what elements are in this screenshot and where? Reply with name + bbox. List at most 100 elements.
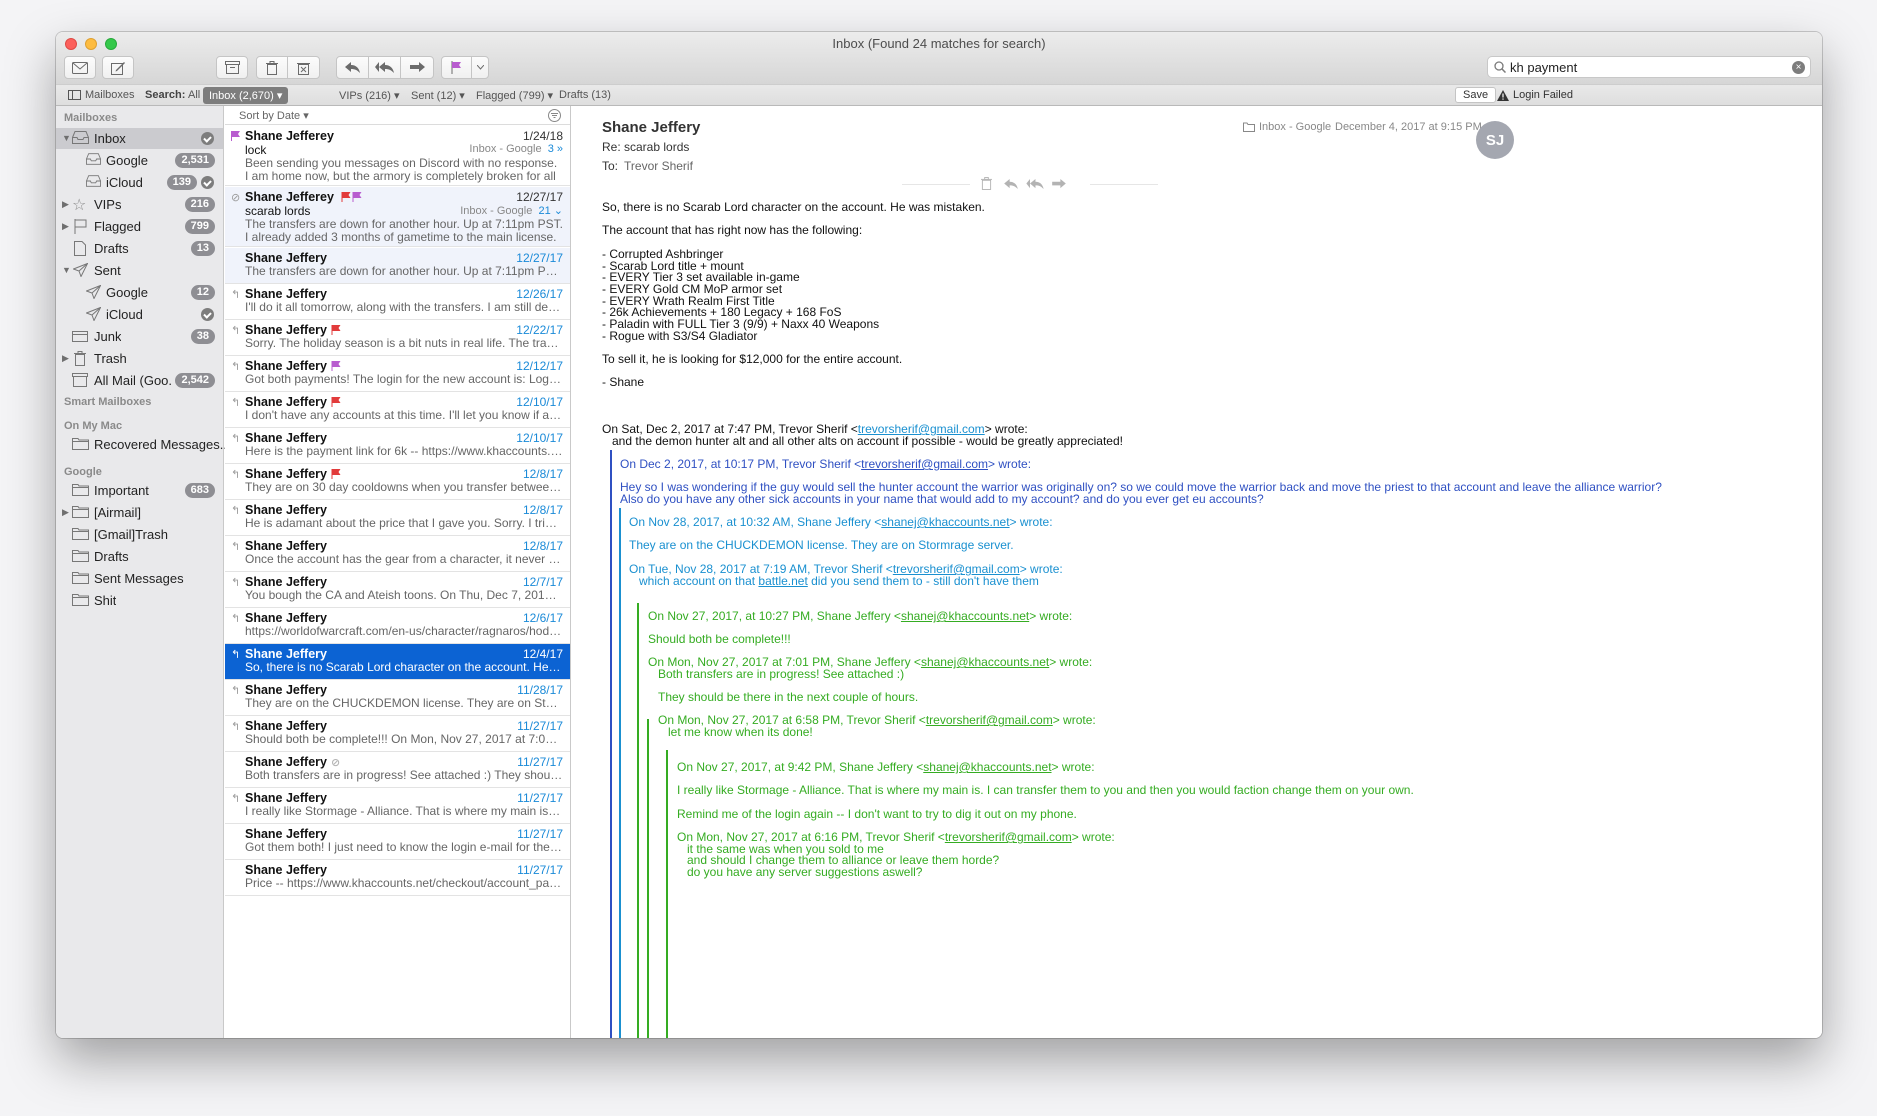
list-item[interactable]: Shane Jeffery ⊘ 11/27/17 Both transfers a… [225, 752, 570, 788]
login-failed-status[interactable]: Login Failed [1497, 89, 1573, 101]
email-link[interactable]: trevorsherif@gmail.com [945, 830, 1072, 844]
header-from[interactable]: Shane Jeffery [602, 119, 700, 136]
list-item[interactable]: ↰ Shane Jeffery 12/7/17 You bough the CA… [225, 572, 570, 608]
sidebar-item-sent-google[interactable]: Google 12 [56, 282, 223, 303]
archive-button[interactable] [216, 56, 248, 79]
list-item[interactable]: ↰ Shane Jeffery 11/27/17 I really like S… [225, 788, 570, 824]
message-list: Sort by Date ▾ Shane Jefferey 1/24/18 lo… [225, 106, 571, 1038]
junk-icon [72, 331, 88, 342]
disclosure-closed-icon[interactable]: ▶ [62, 507, 69, 518]
disclosure-open-icon[interactable]: ▼ [62, 133, 71, 143]
sidebar-item-flagged[interactable]: ▶ Flagged 799 [56, 216, 223, 237]
list-item[interactable]: ↰ Shane Jeffery 12/10/17 Here is the pay… [225, 428, 570, 464]
status-check-icon [201, 132, 214, 145]
list-item[interactable]: ↰ Shane Jeffery 12/12/17 Got both paymen… [225, 356, 570, 392]
sidebar-item-drafts[interactable]: Drafts 13 [56, 238, 223, 259]
sidebar-item-sent[interactable]: ▼ Sent [56, 260, 223, 281]
sidebar-item-important[interactable]: Important 683 [56, 480, 223, 501]
sidebar-item-shit[interactable]: Shit [56, 590, 223, 611]
email-link[interactable]: shanej@khaccounts.net [923, 760, 1051, 774]
sidebar-item-junk[interactable]: Junk 38 [56, 326, 223, 347]
sidebar-item-sent-icloud[interactable]: iCloud [56, 304, 223, 325]
sidebar-item-recovered[interactable]: Recovered Messages... [56, 434, 231, 455]
list-item[interactable]: ↰ Shane Jeffery 12/26/17 I'll do it all … [225, 284, 570, 320]
replied-icon: ↰ [231, 433, 241, 445]
email-link[interactable]: shanej@khaccounts.net [921, 655, 1049, 669]
search-input[interactable]: kh payment [1510, 60, 1577, 75]
list-item[interactable]: ↰ Shane Jeffery 12/10/17 I don't have an… [225, 392, 570, 428]
list-item[interactable]: ↰ Shane Jeffery 12/22/17 Sorry. The holi… [225, 320, 570, 356]
save-search-button[interactable]: Save [1455, 87, 1497, 103]
list-item[interactable]: ⊘ Shane Jefferey 12/27/17 scarab lords I… [225, 187, 570, 247]
sidebar-item-google-drafts[interactable]: Drafts [56, 546, 223, 567]
reply-all-icon[interactable] [1026, 179, 1044, 189]
sidebar-item-airmail[interactable]: ▶ [Airmail] [56, 502, 223, 523]
junk-button[interactable] [288, 57, 319, 78]
search-scope-sent[interactable]: Sent (12) ▾ [411, 89, 465, 102]
battle-net-link[interactable]: battle.net [758, 574, 807, 588]
list-item-selected[interactable]: ↰ Shane Jeffery 12/4/17 So, there is no … [225, 644, 570, 680]
folder-icon [72, 572, 89, 584]
clear-search-icon[interactable]: × [1792, 61, 1805, 74]
message-sender: Shane Jefferey [245, 129, 334, 143]
reply-all-button[interactable] [369, 57, 401, 78]
forward-button[interactable] [401, 57, 433, 78]
folder-icon [72, 594, 89, 606]
disclosure-closed-icon[interactable]: ▶ [62, 221, 69, 232]
list-item[interactable]: Shane Jefferey 1/24/18 lock Inbox - Goog… [225, 126, 570, 186]
replied-icon: ↰ [231, 721, 241, 733]
filter-icon[interactable] [548, 109, 561, 122]
chevron-down-icon [476, 65, 484, 70]
sidebar-item-vips[interactable]: ▶ ☆ VIPs 216 [56, 194, 223, 215]
disclosure-open-icon[interactable]: ▼ [62, 265, 71, 275]
email-link[interactable]: trevorsherif@gmail.com [926, 713, 1053, 727]
sidebar-item-sent-messages[interactable]: Sent Messages [56, 568, 223, 589]
search-scope-all[interactable]: All [188, 89, 200, 101]
get-mail-button[interactable] [64, 56, 96, 79]
replied-icon: ↰ [231, 469, 241, 481]
list-item[interactable]: ↰ Shane Jeffery 12/8/17 He is adamant ab… [225, 500, 570, 536]
sidebar-item-inbox[interactable]: ▼ Inbox [56, 128, 223, 149]
sidebar-item-gmail-trash[interactable]: [Gmail]Trash [56, 524, 223, 545]
list-item[interactable]: ↰ Shane Jeffery 12/8/17 Once the account… [225, 536, 570, 572]
search-scope-inbox[interactable]: Inbox (2,670) ▾ [203, 87, 289, 104]
reply-button[interactable] [337, 57, 369, 78]
list-item[interactable]: ↰ Shane Jeffery 11/28/17 They are on the… [225, 680, 570, 716]
compose-icon [110, 61, 125, 75]
recipient[interactable]: Trevor Sherif [624, 159, 693, 173]
window-title: Inbox (Found 24 matches for search) [832, 36, 1046, 51]
search-scope-drafts[interactable]: Drafts (13) [559, 89, 611, 101]
sidebar-item-all-mail[interactable]: All Mail (Goo... 2,542 [56, 370, 223, 391]
search-scope-flagged[interactable]: Flagged (799) ▾ [476, 89, 553, 102]
search-field[interactable]: kh payment × [1487, 56, 1811, 78]
compose-button[interactable] [102, 56, 134, 79]
flag-menu-button[interactable] [472, 57, 488, 78]
disclosure-closed-icon[interactable]: ▶ [62, 199, 69, 210]
email-link[interactable]: shanej@khaccounts.net [881, 515, 1009, 529]
forward-icon[interactable] [1052, 179, 1066, 189]
delete-button[interactable] [257, 57, 288, 78]
disclosure-closed-icon[interactable]: ▶ [62, 353, 69, 364]
inbox-icon [86, 175, 101, 187]
list-item[interactable]: Shane Jeffery 11/27/17 Got them both! I … [225, 824, 570, 860]
email-link[interactable]: shanej@khaccounts.net [901, 609, 1029, 623]
show-mailboxes-button[interactable]: Mailboxes [68, 89, 135, 101]
reading-pane: Shane Jeffery Re: scarab lords To: Trevor… [572, 106, 1822, 1038]
trash-icon[interactable] [981, 177, 992, 190]
list-item[interactable]: ↰ Shane Jeffery 12/6/17 https://worldofw… [225, 608, 570, 644]
sort-menu[interactable]: Sort by Date ▾ [239, 109, 309, 122]
sidebar-item-inbox-icloud[interactable]: iCloud 139 [56, 172, 223, 193]
list-item[interactable]: Shane Jeffery 11/27/17 Price -- https://… [225, 860, 570, 896]
list-item[interactable]: ↰ Shane Jeffery 11/27/17 Should both be … [225, 716, 570, 752]
list-item[interactable]: ↰ Shane Jeffery 12/8/17 They are on 30 d… [225, 464, 570, 500]
list-item[interactable]: Shane Jeffery 12/27/17 The transfers are… [225, 248, 570, 284]
sidebar-item-trash[interactable]: ▶ Trash [56, 348, 223, 369]
flag-button[interactable] [442, 57, 472, 78]
folder-icon [72, 528, 89, 540]
replied-icon: ↰ [231, 361, 241, 373]
replied-icon: ↰ [231, 289, 241, 301]
email-link[interactable]: trevorsherif@gmail.com [861, 457, 988, 471]
sidebar-item-inbox-google[interactable]: Google 2,531 [56, 150, 223, 171]
reply-icon[interactable] [1004, 179, 1018, 189]
search-scope-vips[interactable]: VIPs (216) ▾ [339, 89, 400, 102]
